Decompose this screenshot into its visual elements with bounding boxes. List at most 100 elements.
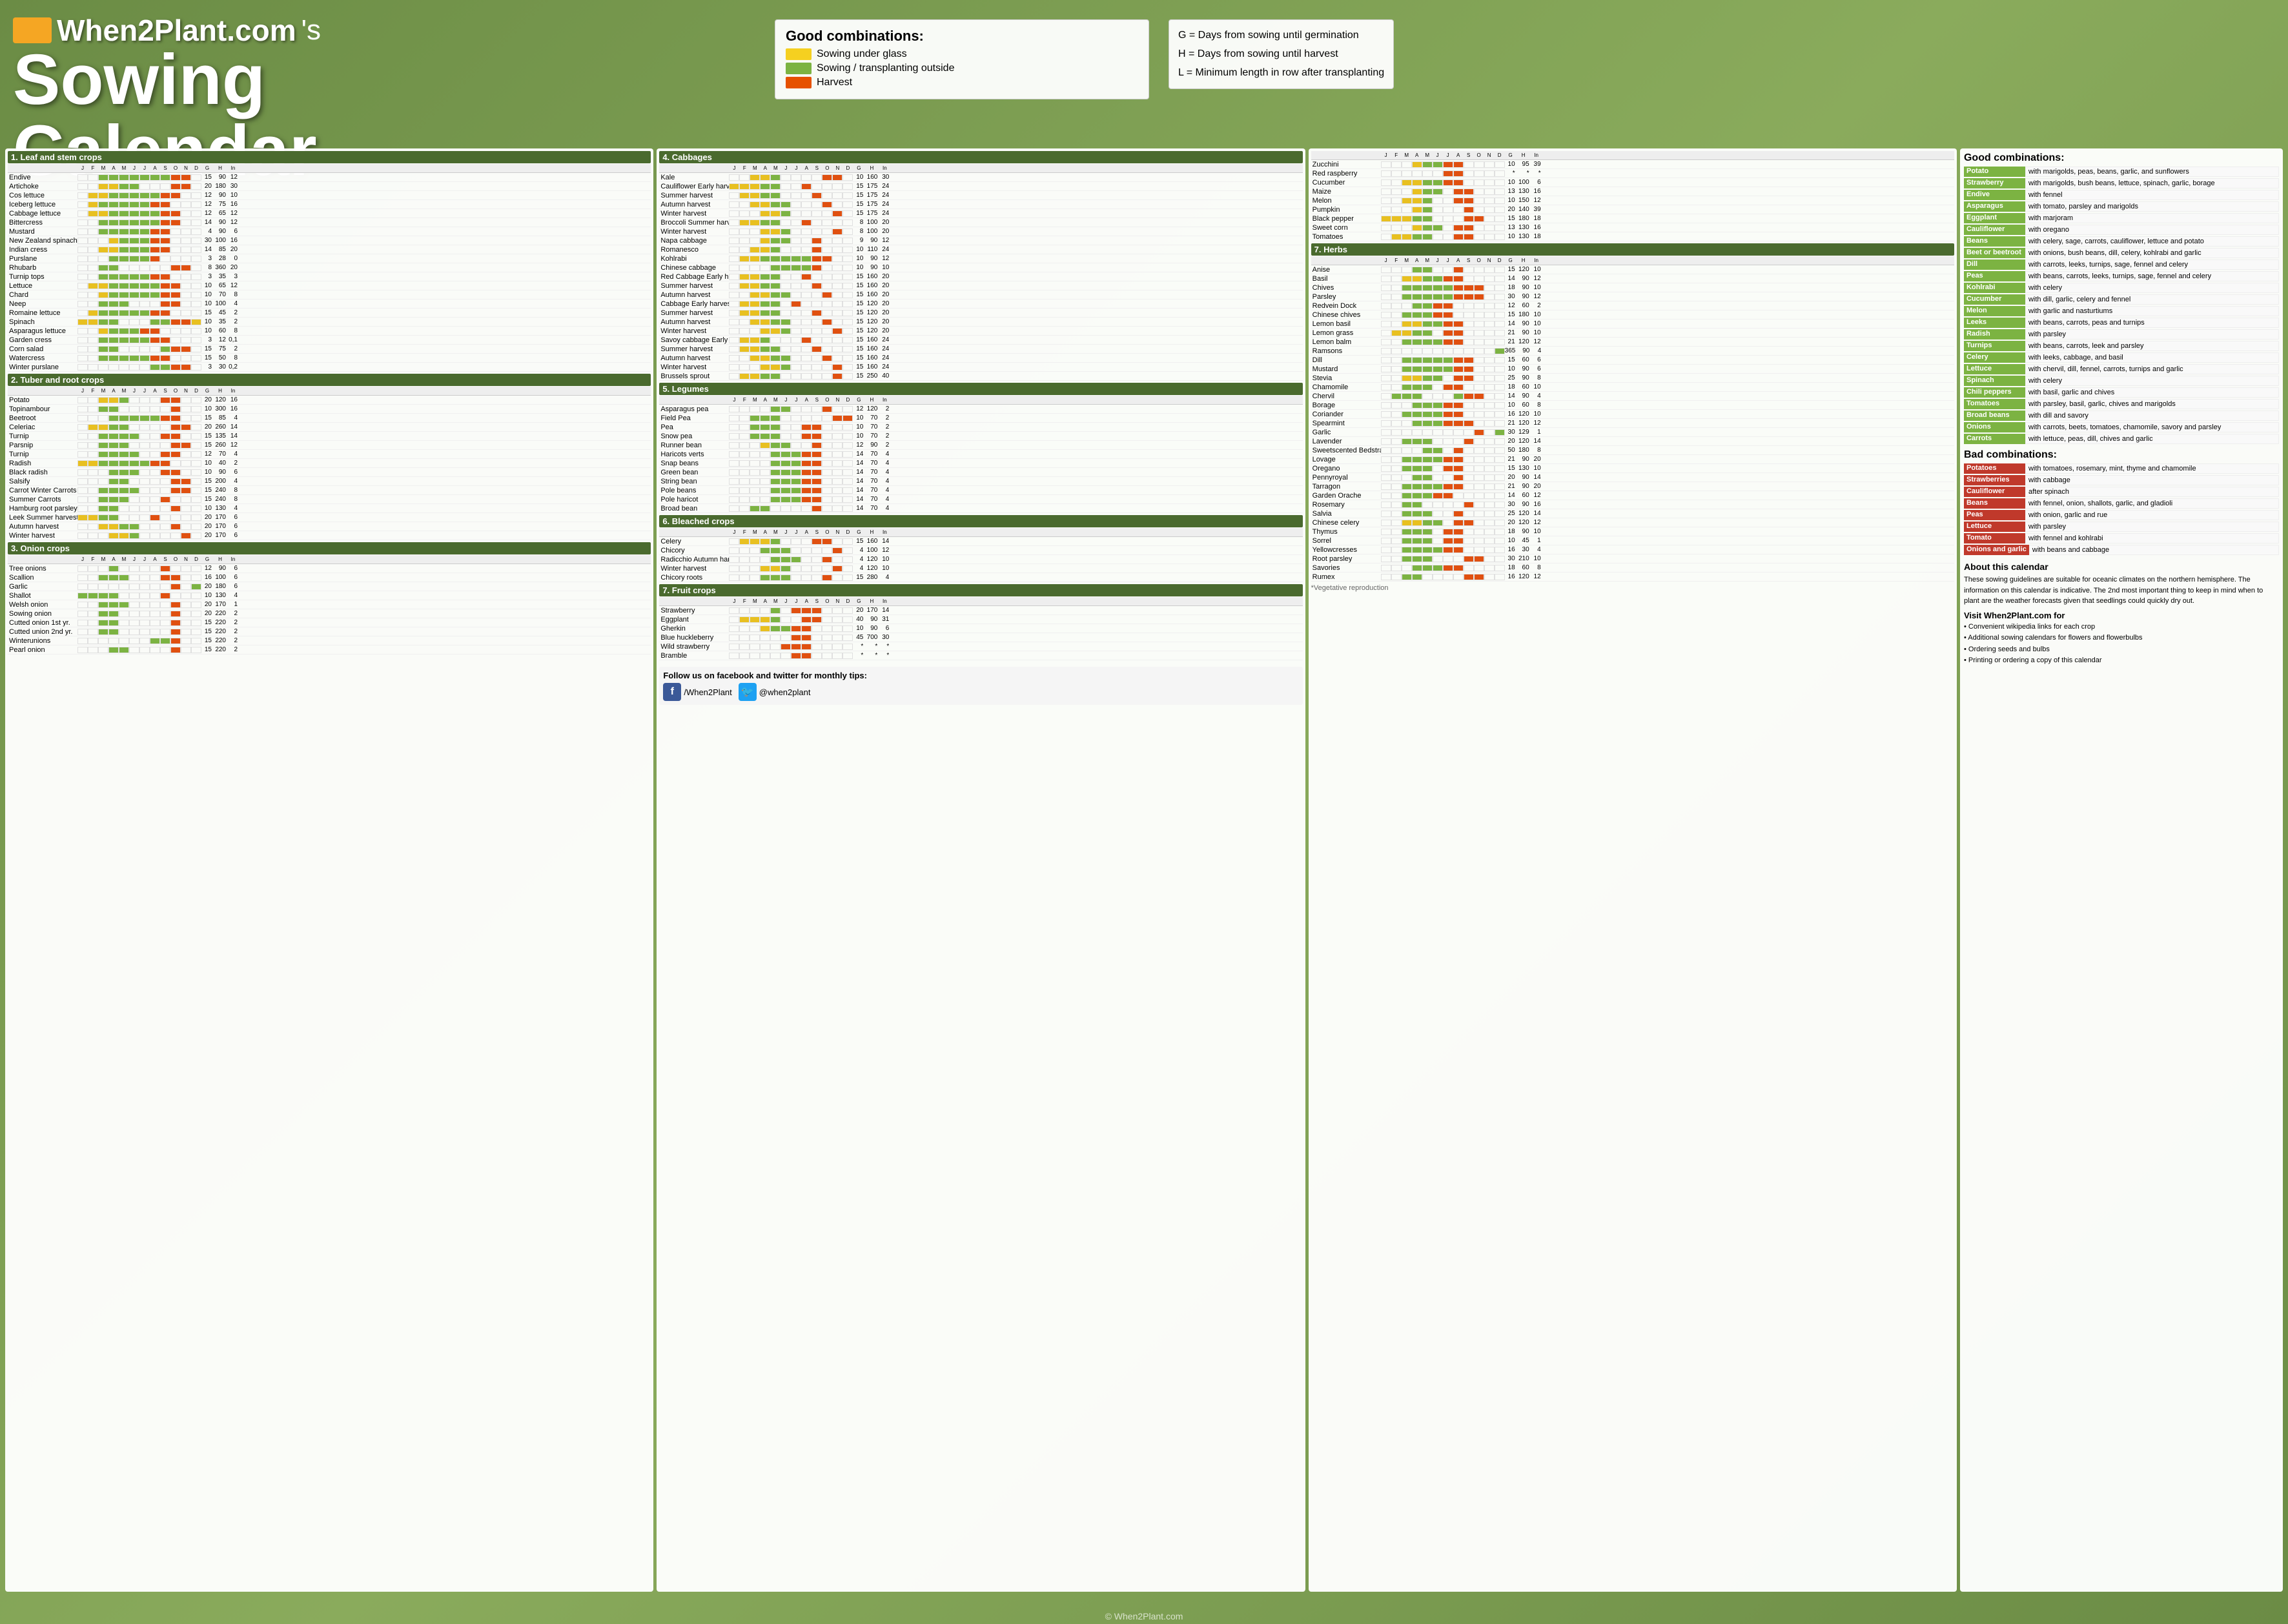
list-item: Chicory roots152804	[659, 573, 1302, 582]
list-item: Brussels sprout1525040	[659, 372, 1302, 381]
list-item: Peaswith beans, carrots, leeks, turnips,…	[1964, 271, 2279, 281]
list-item: Chinese celery2012012	[1311, 518, 1954, 527]
panel-4: Good combinations: Potatowith marigolds,…	[1960, 148, 2283, 1592]
list-item: Tree onions12906	[8, 564, 651, 573]
list-item: Radish10402	[8, 459, 651, 468]
list-item: Melonwith garlic and nasturtiums	[1964, 306, 2279, 316]
list-item: Broccoli Summer harvest810020	[659, 218, 1302, 227]
about-title: About this calendar	[1964, 562, 2279, 572]
list-item: Cos lettuce129010	[8, 191, 651, 200]
list-item: Radishwith parsley	[1964, 329, 2279, 340]
list-item: Turnip tops3353	[8, 272, 651, 281]
list-item: Green bean14704	[659, 468, 1302, 477]
list-item: Red Cabbage Early harvest1516020	[659, 272, 1302, 281]
list-item: Winter harvest810020	[659, 227, 1302, 236]
list-item: Cauliflowerafter spinach	[1964, 487, 2279, 497]
list-item: Beanswith celery, sage, carrots, caulifl…	[1964, 236, 2279, 247]
list-item: Turnip12704	[8, 450, 651, 459]
list-item: Iceberg lettuce127516	[8, 200, 651, 209]
list-item: Runner bean12902	[659, 441, 1302, 450]
cabbage-crop-rows: Kale1016030Cauliflower Early harvest1517…	[659, 173, 1302, 381]
list-item: Beanswith fennel, onion, shallots, garli…	[1964, 498, 2279, 509]
list-item: Lemon basil149010	[1311, 320, 1954, 329]
main-background: When2Plant.com 's Sowing Calendar Good c…	[0, 0, 2288, 1624]
fruit-crop-rows: Strawberry2017014Eggplant409031Gherkin10…	[659, 606, 1302, 660]
col-header-1: JFMAMJJASOND G H In	[8, 164, 651, 173]
legume-crop-rows: Asparagus pea121202Field Pea10702Pea1070…	[659, 405, 1302, 513]
list-item: Cauliflower Early harvest1517524	[659, 182, 1302, 191]
list-item: Potatoeswith tomatoes, rosemary, mint, t…	[1964, 463, 2279, 474]
list-item: Cutted onion 1st yr.152202	[8, 618, 651, 627]
list-item: Bittercress149012	[8, 218, 651, 227]
twitter-link[interactable]: 🐦 @when2plant	[739, 683, 811, 701]
social-text: Follow us on facebook and twitter for mo…	[663, 671, 1298, 680]
list-item: Chervil14904	[1311, 392, 1954, 401]
legend-note-l: L = Minimum length in row after transpla…	[1178, 64, 1384, 83]
list-item: Rhubarb836020	[8, 263, 651, 272]
list-item: Garlic201806	[8, 582, 651, 591]
list-item: Red raspberry***	[1311, 169, 1954, 178]
list-item: Winter harvest1517524	[659, 209, 1302, 218]
leaf-crop-rows: Endive159012Artichoke2018030Cos lettuce1…	[8, 173, 651, 372]
list-item: Leek Summer harvest201706	[8, 513, 651, 522]
list-item: Tomatoeswith parsley, basil, garlic, chi…	[1964, 399, 2279, 409]
list-item: Spearmint2112012	[1311, 419, 1954, 428]
list-item: Chicory410012	[659, 546, 1302, 555]
list-item: Summer Carrots152408	[8, 495, 651, 504]
list-item: Garden Orache146012	[1311, 491, 1954, 500]
section-title-leaf: 1. Leaf and stem crops	[8, 151, 651, 163]
list-item: Root parsley3021010	[1311, 554, 1954, 563]
good-combos-title: Good combinations:	[1964, 152, 2279, 164]
list-item: Romanesco1011024	[659, 245, 1302, 254]
legend-item-glass: Sowing under glass	[786, 48, 1138, 60]
list-item: Kohlrabi109012	[659, 254, 1302, 263]
list-item: Ramsons365904	[1311, 347, 1954, 356]
list-item: Welsh onion201701	[8, 600, 651, 609]
list-item: Onionswith carrots, beets, tomatoes, cha…	[1964, 422, 2279, 432]
facebook-icon: f	[663, 683, 681, 701]
list-item: String bean14704	[659, 477, 1302, 486]
list-item: Dill15606	[1311, 356, 1954, 365]
list-item: Spinach10352	[8, 318, 651, 327]
list-item: Celerywith leeks, cabbage, and basil	[1964, 352, 2279, 363]
list-item: Chinese chives1518010	[1311, 310, 1954, 320]
list-item: Melon1015012	[1311, 196, 1954, 205]
list-item: Summer harvest1512020	[659, 309, 1302, 318]
facebook-link[interactable]: f /When2Plant	[663, 683, 731, 701]
list-item: Pumpkin2014039	[1311, 205, 1954, 214]
list-item: Asparagus pea121202	[659, 405, 1302, 414]
list-item: Cauliflowerwith oregano	[1964, 225, 2279, 235]
list-item: Autumn harvest201706	[8, 522, 651, 531]
list-item: Redvein Dock12602	[1311, 301, 1954, 310]
list-item: Purslane3280	[8, 254, 651, 263]
list-item: Strawberry2017014	[659, 606, 1302, 615]
list-item: Eggplantwith marjoram	[1964, 213, 2279, 223]
list-item: Rumex1612012	[1311, 573, 1954, 582]
logo-icon	[13, 17, 52, 43]
list-item: Thymus189010	[1311, 527, 1954, 536]
list-item: Zucchini109539	[1311, 160, 1954, 169]
tuber-crop-rows: Potato2012016Topinambour1030016Beetroot1…	[8, 396, 651, 540]
legend-note-h: H = Days from sowing until harvest	[1178, 45, 1384, 64]
panel-3: JFMAMJJASOND G H In Zucchini109539Red ra…	[1309, 148, 1957, 1592]
list-item: Gherkin10906	[659, 624, 1302, 633]
list-item: Parsley309012	[1311, 292, 1954, 301]
list-item: Romaine lettuce15452	[8, 309, 651, 318]
list-item: Pole haricot14704	[659, 495, 1302, 504]
list-item: Lemon balm2112012	[1311, 338, 1954, 347]
legend-note-g: G = Days from sowing until germination	[1178, 26, 1384, 45]
social-links: f /When2Plant 🐦 @when2plant	[663, 683, 1298, 701]
list-item: Broad bean14704	[659, 504, 1302, 513]
list-item: Cabbage lettuce126512	[8, 209, 651, 218]
vegetative-note: *Vegetative reproduction	[1311, 584, 1954, 592]
list-item: New Zealand spinach3010016	[8, 236, 651, 245]
list-item: • Convenient wikipedia links for each cr…	[1964, 622, 2279, 633]
list-item: Borage10608	[1311, 401, 1954, 410]
list-item: Shallot101304	[8, 591, 651, 600]
list-item: Lettucewith chervil, dill, fennel, carro…	[1964, 364, 2279, 374]
list-item: Autumn harvest1516024	[659, 354, 1302, 363]
list-item: Pea10702	[659, 423, 1302, 432]
list-item: Parsnip1526012	[8, 441, 651, 450]
list-item: Chamomile186010	[1311, 383, 1954, 392]
list-item: Pennyroyal209014	[1311, 473, 1954, 482]
